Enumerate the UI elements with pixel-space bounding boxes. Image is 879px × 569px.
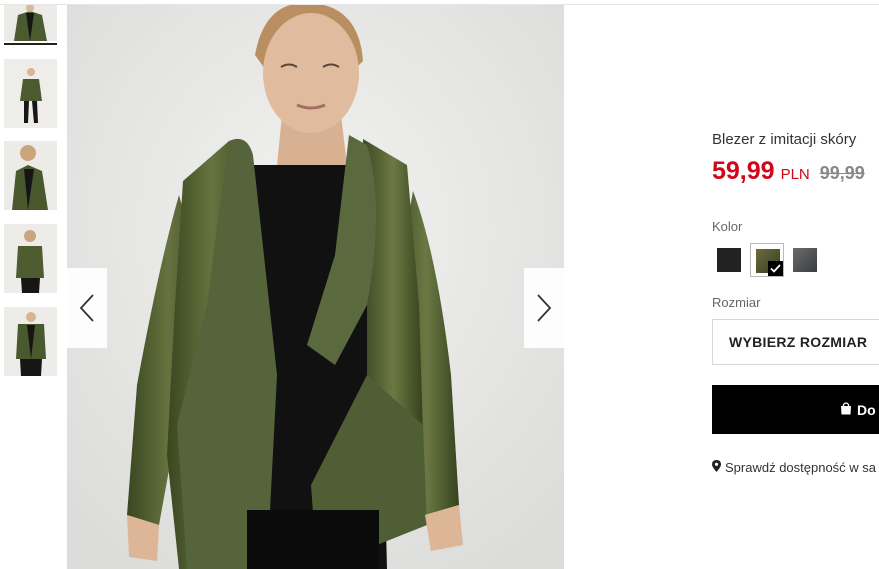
- swatch-fill: [717, 248, 741, 272]
- color-swatch-black[interactable]: [712, 243, 746, 277]
- add-to-cart-label: Do: [857, 401, 876, 418]
- thumbnail-5[interactable]: [4, 307, 57, 376]
- thumbnail-2-image: [4, 59, 57, 128]
- thumbnail-1-image: [4, 5, 57, 41]
- product-main-image: [67, 5, 564, 569]
- swatch-fill: [793, 248, 817, 272]
- size-select[interactable]: WYBIERZ ROZMIAR: [712, 319, 879, 365]
- color-swatch-grey[interactable]: [788, 243, 822, 277]
- thumbnail-1[interactable]: [4, 5, 57, 41]
- checkmark-icon: [768, 261, 783, 276]
- thumbnail-4-image: [4, 224, 57, 293]
- shopping-bag-icon: [840, 401, 852, 418]
- current-price: 59,99: [712, 157, 775, 185]
- thumbnail-active-indicator: [4, 43, 57, 45]
- location-pin-icon: [712, 460, 721, 475]
- thumbnail-4[interactable]: [4, 224, 57, 293]
- thumbnail-3-image: [4, 141, 57, 210]
- old-price: 99,99: [819, 163, 865, 183]
- store-link-label: Sprawdź dostępność w sa: [725, 460, 877, 475]
- color-swatch-olive[interactable]: [750, 243, 784, 277]
- check-store-availability-link[interactable]: Sprawdź dostępność w sa: [712, 460, 876, 475]
- thumbnail-2[interactable]: [4, 59, 57, 128]
- size-label: Rozmiar: [712, 295, 761, 310]
- price-block: 59,99 PLN 99,99: [712, 157, 865, 186]
- price-currency: PLN: [780, 166, 810, 183]
- product-title: Blezer z imitacji skóry: [712, 131, 857, 148]
- chevron-right-icon: [537, 294, 552, 322]
- previous-image-button[interactable]: [67, 268, 107, 348]
- add-to-cart-button[interactable]: Do: [712, 385, 879, 434]
- thumbnail-3[interactable]: [4, 141, 57, 210]
- thumbnail-5-image: [4, 307, 57, 376]
- size-select-placeholder: WYBIERZ ROZMIAR: [729, 334, 868, 350]
- next-image-button[interactable]: [524, 268, 564, 348]
- color-label: Kolor: [712, 219, 743, 234]
- chevron-left-icon: [79, 294, 94, 322]
